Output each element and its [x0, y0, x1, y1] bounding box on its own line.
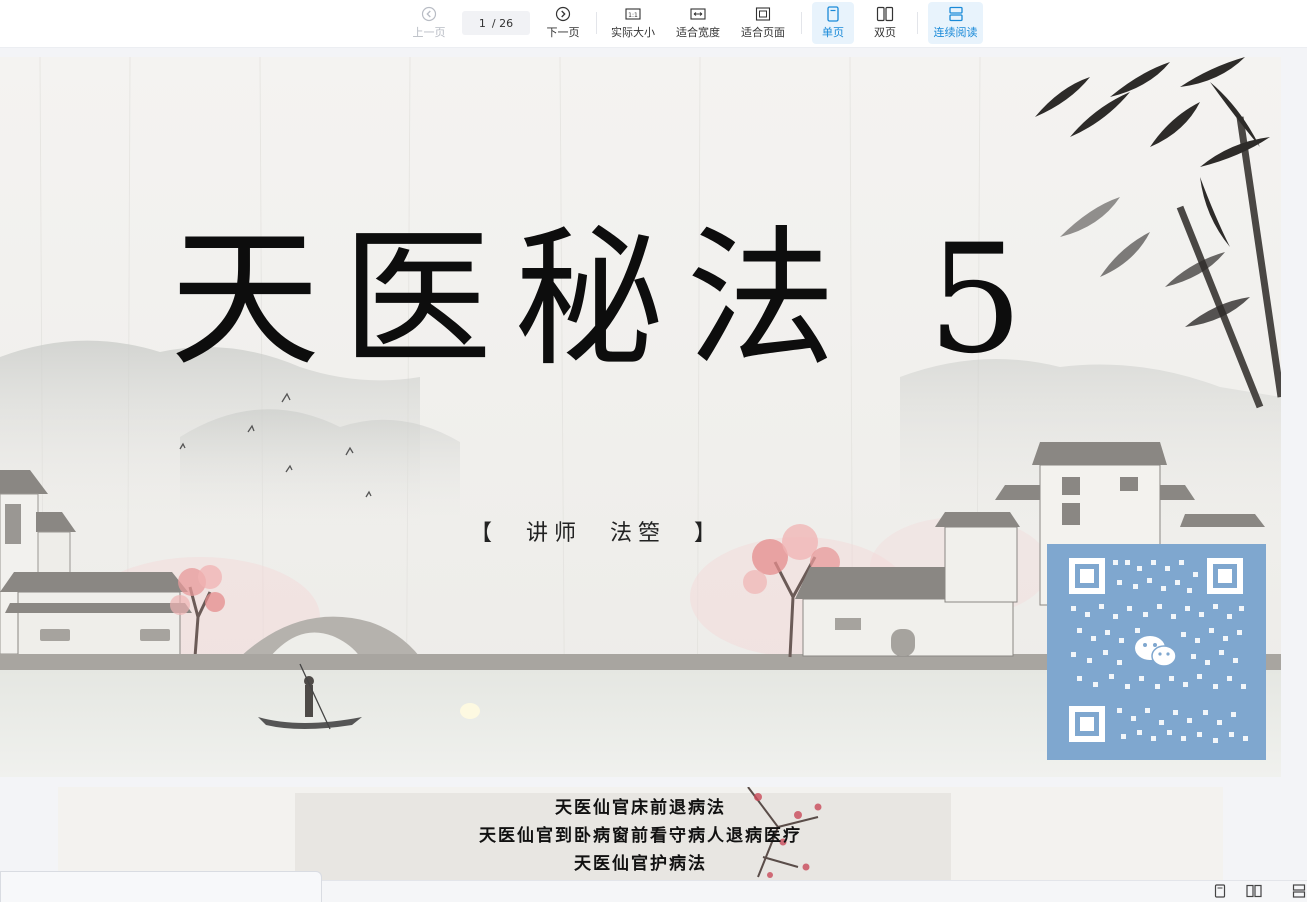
toolbar-divider — [917, 12, 918, 34]
wechat-qr-code-graphic — [1069, 558, 1248, 743]
status-double-page-icon[interactable] — [1246, 884, 1262, 898]
fit-page-button[interactable]: 适合页面 — [736, 2, 790, 44]
current-page-input[interactable]: 1 — [479, 17, 486, 30]
status-continuous-icon[interactable] — [1291, 884, 1307, 898]
toolbar: 上一页 1 / 26 下一页 1:1 实际大小 适合宽度 适合页面 单页 双页 … — [0, 0, 1307, 48]
chevron-left-circle-icon — [420, 6, 438, 22]
actual-size-button[interactable]: 1:1 实际大小 — [606, 2, 660, 44]
svg-text:1:1: 1:1 — [628, 12, 638, 19]
fit-width-icon — [689, 6, 707, 22]
continuous-pages-icon — [947, 6, 965, 22]
prev-page-button[interactable]: 上一页 — [406, 2, 452, 44]
toolbar-divider — [801, 12, 802, 34]
continuous-reading-button[interactable]: 连续阅读 — [928, 2, 983, 44]
toolbar-divider — [596, 12, 597, 34]
double-page-icon — [876, 6, 894, 22]
slide-page-2: 天医仙官床前退病法 天医仙官到卧病窗前看守病人退病医疗 天医仙官护病法 — [58, 787, 1223, 883]
total-pages: / 26 — [491, 16, 514, 30]
slide-title: 天医秘法 5 — [170, 213, 1046, 387]
status-single-page-icon[interactable] — [1212, 884, 1228, 898]
next-page-button[interactable]: 下一页 — [540, 2, 586, 44]
single-page-button[interactable]: 单页 — [812, 2, 854, 44]
fit-width-button[interactable]: 适合宽度 — [671, 2, 725, 44]
single-page-icon — [824, 6, 842, 22]
wechat-logo-icon — [1135, 636, 1177, 667]
chevron-right-circle-icon — [554, 6, 572, 22]
double-page-button[interactable]: 双页 — [864, 2, 906, 44]
actual-size-icon: 1:1 — [624, 6, 642, 22]
slide-page-1: 天医秘法 5 【 讲师 法箜 】 — [0, 57, 1281, 777]
right-gutter — [1281, 57, 1307, 880]
fit-page-icon — [754, 6, 772, 22]
lecturer-caption: 【 讲师 法箜 】 — [470, 521, 723, 546]
page-indicator[interactable]: 1 / 26 — [462, 11, 530, 35]
slide2-text-line: 天医仙官到卧病窗前看守病人退病医疗 — [479, 826, 802, 846]
qr-code-image — [1047, 544, 1266, 760]
slide2-text-line: 天医仙官床前退病法 — [555, 798, 726, 818]
bottom-panel-tab[interactable] — [0, 871, 322, 902]
pdf-viewer: 上一页 1 / 26 下一页 1:1 实际大小 适合宽度 适合页面 单页 双页 … — [0, 0, 1307, 902]
